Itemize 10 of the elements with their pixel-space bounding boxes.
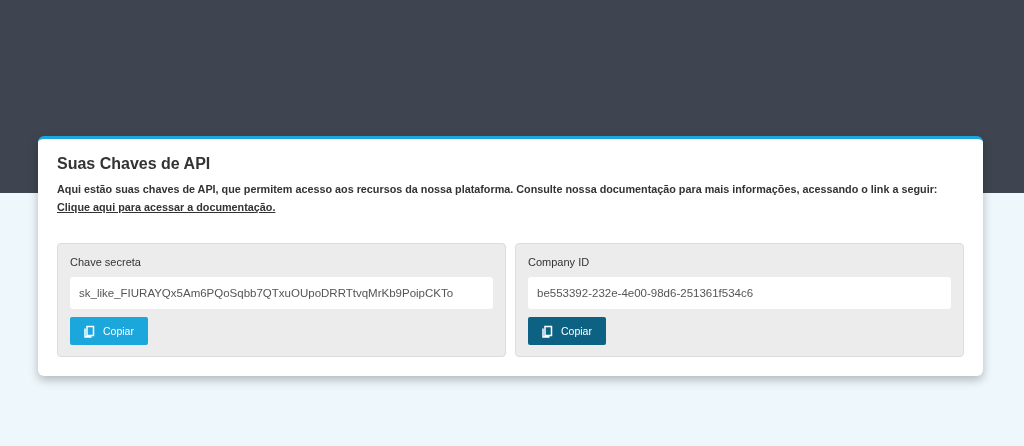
key-label: Chave secreta <box>70 256 142 268</box>
key-field[interactable]: sk_like_FIURAYQx5Am6PQoSqbb7QTxuOUpoDRRTtvqMrKb9PoipCKTo <box>70 277 493 309</box>
description-text: Aqui estão suas chaves de API, que permitem acesso aos recursos da nossa plataforma. Consulte nossa documentação para mais informações, acessando o link a seguir: <box>57 182 939 197</box>
key-label: Company ID <box>528 256 591 268</box>
copy-icon <box>542 324 554 338</box>
copy-icon <box>84 324 96 338</box>
key-field[interactable]: be553392-232e-4e00-98d6-251361f534c6 <box>528 277 951 309</box>
card-title: Suas Chaves de API <box>57 155 212 173</box>
copy-button[interactable]: Copiar <box>528 317 606 345</box>
documentation-link[interactable]: Clique aqui para acessar a documentação. <box>57 199 276 215</box>
